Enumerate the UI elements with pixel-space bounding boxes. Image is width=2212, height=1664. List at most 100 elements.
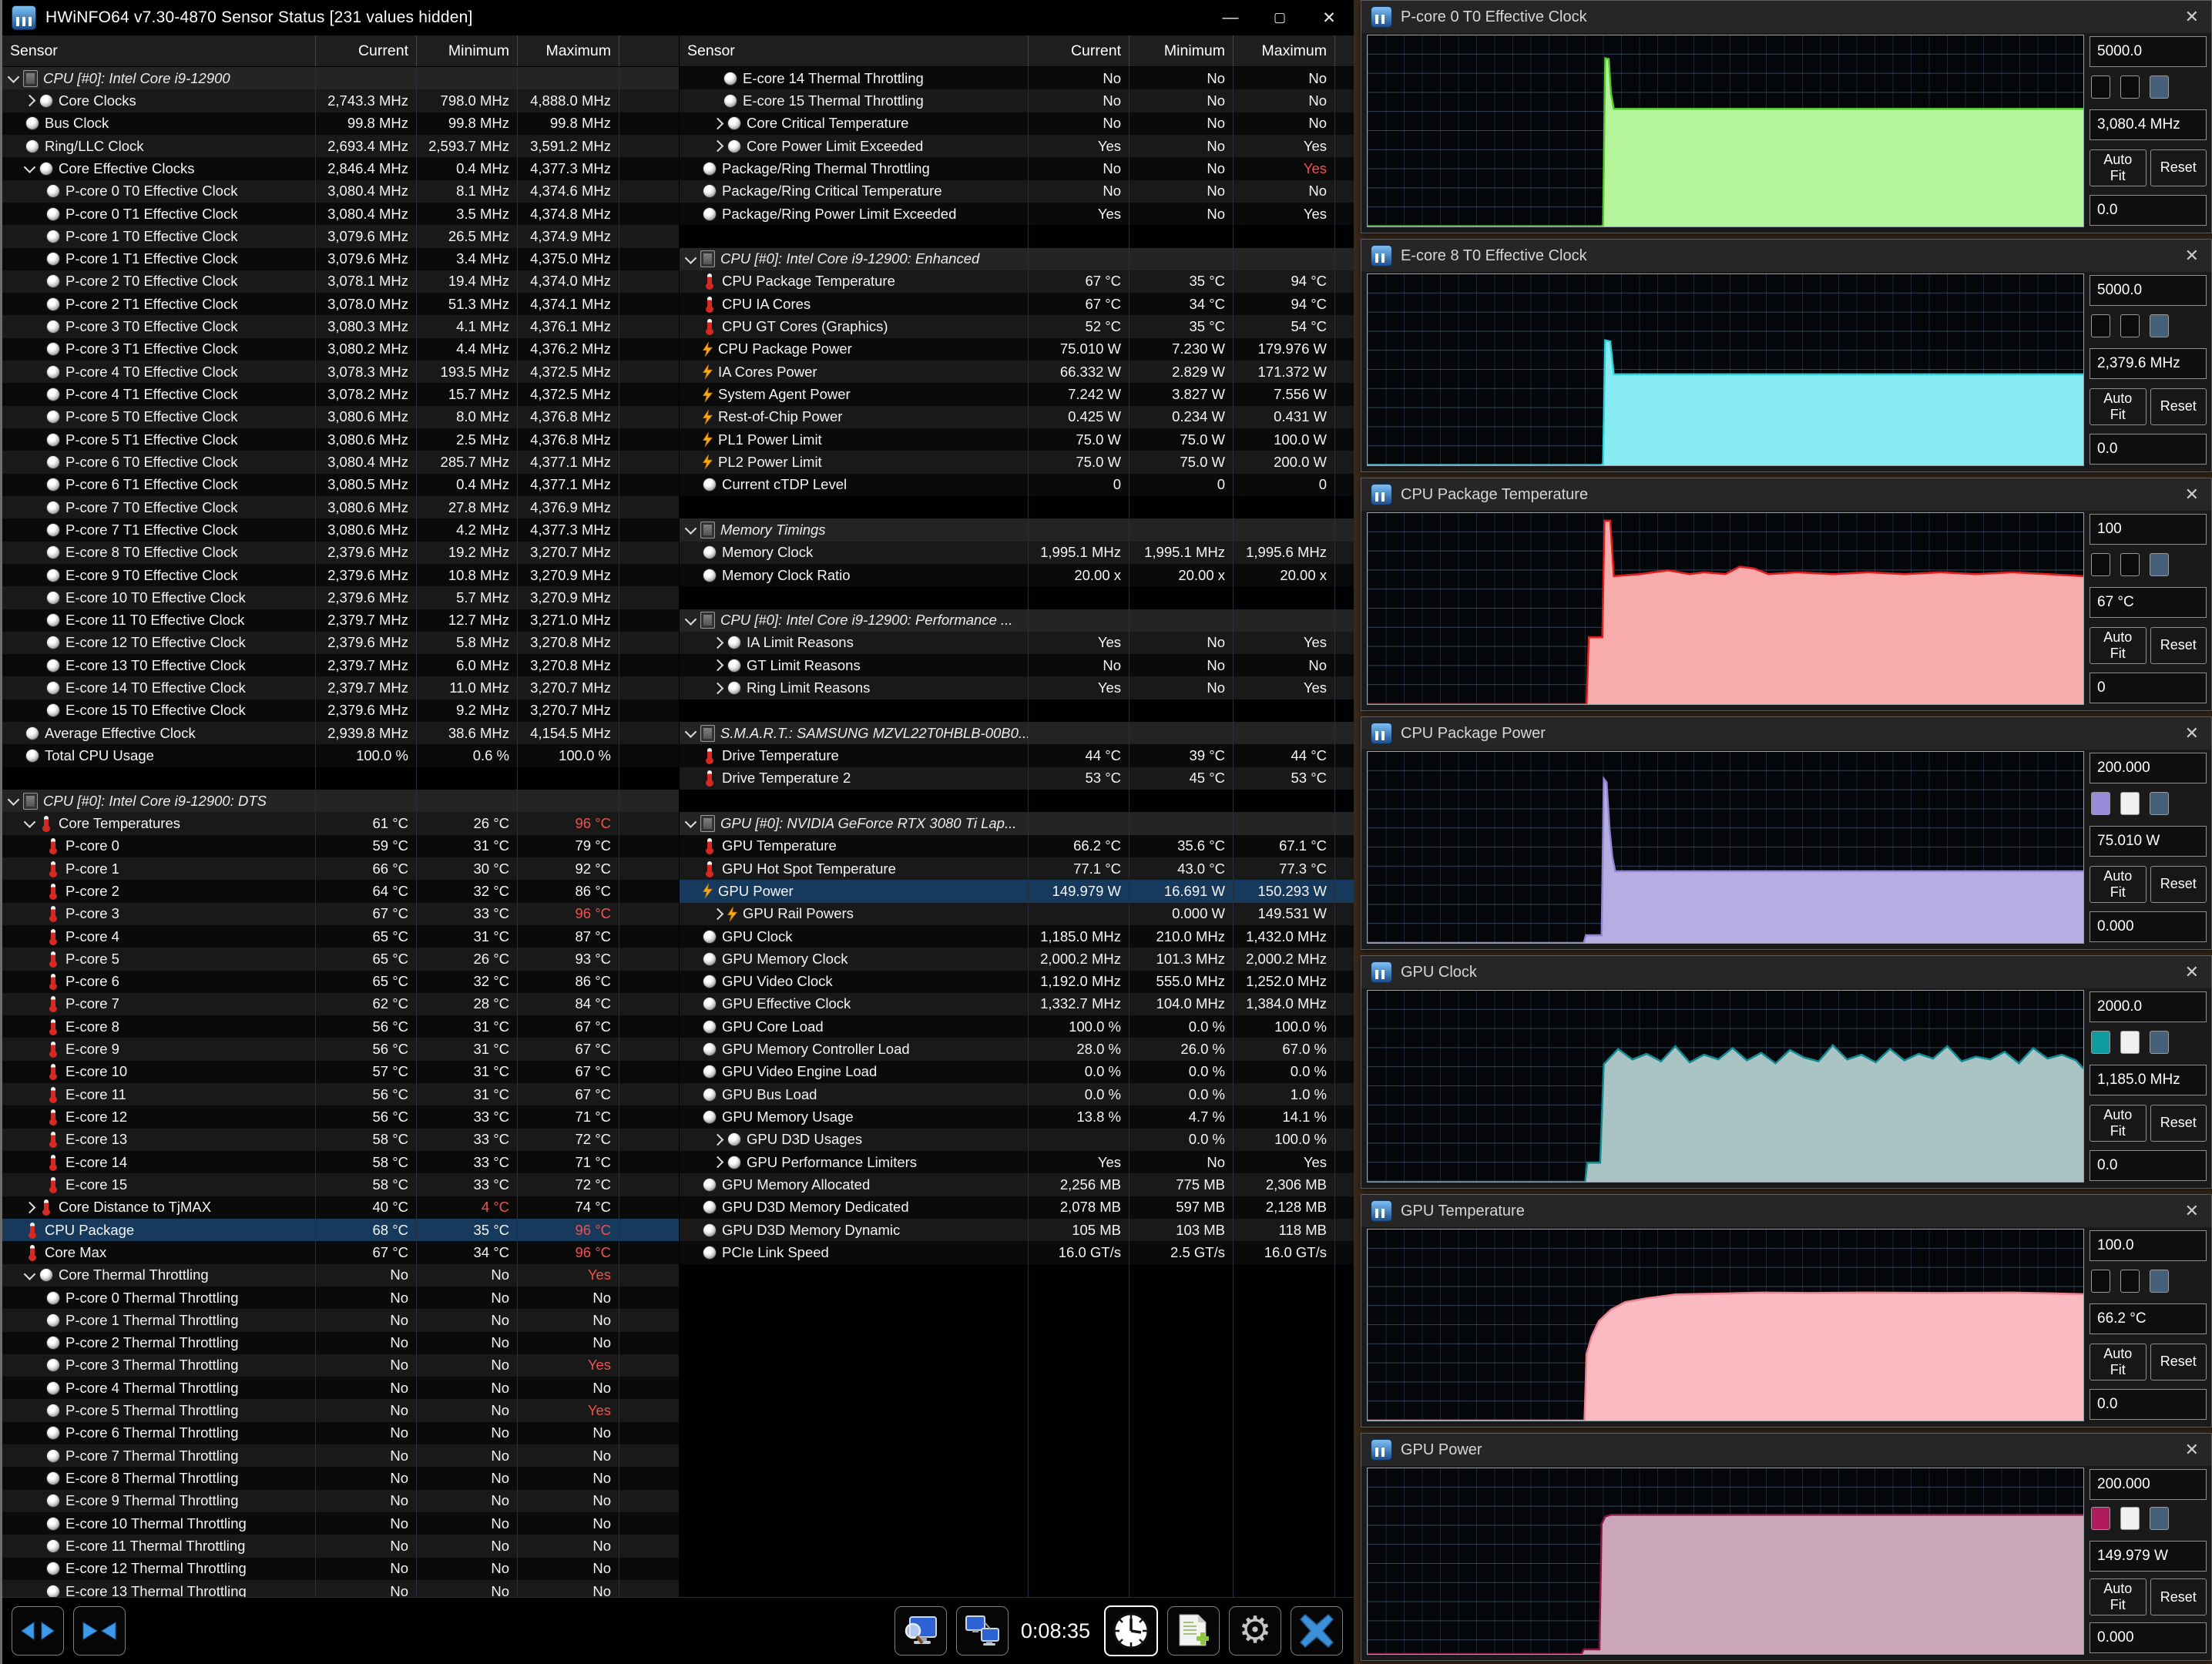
sensor-row[interactable]: Rest-of-Chip Power 0.425 W 0.234 W 0.431 W (680, 405, 1354, 428)
spacer-row[interactable] (680, 1421, 1354, 1445)
sensor-label[interactable]: Core Clocks (2, 89, 315, 112)
graph-color-swatch-3[interactable] (2150, 1507, 2169, 1530)
sensor-label[interactable]: PCIe Link Speed (680, 1241, 1028, 1263)
sensor-label[interactable]: P-core 6 (2, 971, 315, 993)
sensor-row[interactable]: P-core 5 T0 Effective Clock 3,080.6 MHz 8.… (2, 405, 679, 428)
sensor-label[interactable]: GPU Power (680, 880, 1028, 902)
sensor-label[interactable]: GPU Video Clock (680, 971, 1028, 993)
spacer-row[interactable] (680, 1399, 1354, 1422)
table-header[interactable]: Sensor Current Minimum Maximum (680, 35, 1354, 67)
table-header[interactable]: Sensor Current Minimum Maximum (2, 35, 679, 67)
sensor-row[interactable]: GPU Video Clock 1,192.0 MHz 555.0 MHz 1,252… (680, 970, 1354, 993)
sensor-label[interactable]: Core Max (2, 1241, 315, 1263)
sensor-row[interactable]: P-core 6 65 °C 32 °C 86 °C (2, 970, 679, 993)
spacer-row[interactable] (680, 1512, 1354, 1535)
sensor-row[interactable]: E-core 13 Thermal Throttling No No No (2, 1579, 679, 1597)
reset-button[interactable]: Reset (2150, 1578, 2207, 1615)
sensor-row[interactable]: P-core 2 64 °C 32 °C 86 °C (2, 880, 679, 903)
sensor-label[interactable]: P-core 5 (2, 948, 315, 970)
sensor-label[interactable]: Ring/LLC Clock (2, 135, 315, 157)
sensor-label[interactable]: Core Effective Clocks (2, 157, 315, 179)
sensor-label[interactable]: Memory Clock Ratio (680, 564, 1028, 586)
system-summary-button[interactable] (894, 1606, 947, 1656)
sensor-row[interactable]: P-core 5 65 °C 26 °C 93 °C (2, 948, 679, 971)
spacer-row[interactable] (680, 586, 1354, 609)
sensor-row[interactable]: Package/Ring Critical Temperature No No No (680, 179, 1354, 203)
graph-titlebar[interactable]: GPU Clock ✕ (1361, 956, 2211, 988)
sensor-label[interactable]: E-core 15 T0 Effective Clock (2, 699, 315, 722)
sensor-label[interactable]: Package/Ring Thermal Throttling (680, 157, 1028, 179)
sensor-label[interactable]: E-core 9 (2, 1038, 315, 1060)
sensor-row[interactable]: E-core 12 T0 Effective Clock 2,379.6 MHz 5… (2, 631, 679, 655)
sensor-section-row[interactable]: Memory Timings (680, 518, 1354, 542)
sensor-label[interactable]: CPU IA Cores (680, 293, 1028, 315)
sensor-row[interactable]: P-core 2 T1 Effective Clock 3,078.0 MHz 51… (2, 293, 679, 316)
sensor-row[interactable]: Memory Clock 1,995.1 MHz 1,995.1 MHz 1,995.… (680, 541, 1354, 564)
auto-fit-button[interactable]: Auto Fit (2089, 626, 2147, 664)
sensor-section-row[interactable]: S.M.A.R.T.: SAMSUNG MZVL22T0HBLB-00B0... (680, 722, 1354, 745)
sensor-label[interactable]: P-core 7 (2, 993, 315, 1015)
sensor-row[interactable]: GPU D3D Usages 0.0 % 100.0 % (680, 1128, 1354, 1151)
sensor-label[interactable]: E-core 11 T0 Effective Clock (2, 609, 315, 632)
sensor-row[interactable]: P-core 7 T0 Effective Clock 3,080.6 MHz 27… (2, 495, 679, 519)
sensor-label[interactable]: P-core 4 (2, 925, 315, 948)
sensor-label[interactable]: GPU Hot Spot Temperature (680, 857, 1028, 880)
column-sensor[interactable]: Sensor (680, 35, 1028, 66)
sensor-row[interactable]: P-core 4 Thermal Throttling No No No (2, 1377, 679, 1400)
chevron-right-icon[interactable] (23, 95, 36, 107)
graph-color-swatch-3[interactable] (2150, 1031, 2169, 1055)
logging-button[interactable] (1167, 1606, 1220, 1656)
sensor-label[interactable]: Drive Temperature (680, 744, 1028, 767)
sensor-row[interactable]: E-core 11 Thermal Throttling No No No (2, 1535, 679, 1558)
sensor-row[interactable]: Ring/LLC Clock 2,693.4 MHz 2,593.7 MHz 3,59… (2, 134, 679, 158)
sensor-label[interactable]: P-core 5 Thermal Throttling (2, 1399, 315, 1421)
sensor-label[interactable]: CPU [#0]: Intel Core i9-12900 (2, 67, 315, 89)
sensor-label[interactable]: E-core 8 Thermal Throttling (2, 1467, 315, 1489)
sensor-row[interactable]: IA Limit Reasons Yes No Yes (680, 631, 1354, 655)
sensor-label[interactable]: P-core 0 Thermal Throttling (2, 1287, 315, 1309)
sensor-row[interactable]: E-core 14 Thermal Throttling No No No (680, 67, 1354, 90)
sensor-label[interactable]: Core Power Limit Exceeded (680, 135, 1028, 157)
sensor-row[interactable]: E-core 13 T0 Effective Clock 2,379.7 MHz 6… (2, 654, 679, 677)
graph-color-swatch-2[interactable] (2120, 1031, 2140, 1055)
sensor-row[interactable]: Core Clocks 2,743.3 MHz 798.0 MHz 4,888.0 M… (2, 89, 679, 112)
sensor-row[interactable]: P-core 2 T0 Effective Clock 3,078.1 MHz 19… (2, 270, 679, 294)
chevron-right-icon[interactable] (711, 1133, 724, 1146)
spacer-row[interactable] (680, 1286, 1354, 1310)
spacer-row[interactable] (680, 1557, 1354, 1580)
sensor-label[interactable]: P-core 3 (2, 903, 315, 925)
spacer-row[interactable] (680, 1489, 1354, 1512)
sensor-section-row[interactable]: GPU [#0]: NVIDIA GeForce RTX 3080 Ti Lap… (680, 812, 1354, 835)
sensor-label[interactable]: P-core 4 T0 Effective Clock (2, 361, 315, 383)
sensor-row[interactable]: E-core 10 Thermal Throttling No No No (2, 1512, 679, 1535)
sensor-row[interactable]: CPU GT Cores (Graphics) 52 °C 35 °C 54 °C (680, 315, 1354, 338)
sensor-label[interactable]: GPU Video Engine Load (680, 1061, 1028, 1083)
chevron-down-icon[interactable] (684, 726, 697, 739)
sensor-row[interactable]: Core Effective Clocks 2,846.4 MHz 0.4 MHz 4… (2, 157, 679, 180)
sensor-row[interactable]: E-core 15 Thermal Throttling No No No (680, 89, 1354, 112)
spacer-row[interactable] (680, 1331, 1354, 1354)
sensor-row[interactable]: GT Limit Reasons No No No (680, 654, 1354, 677)
sensor-row[interactable]: E-core 10 57 °C 31 °C 67 °C (2, 1060, 679, 1084)
sensor-row[interactable]: GPU Clock 1,185.0 MHz 210.0 MHz 1,432.0 MHz (680, 924, 1354, 948)
sensor-label[interactable]: P-core 4 Thermal Throttling (2, 1377, 315, 1399)
sensor-row[interactable]: CPU Package Temperature 67 °C 35 °C 94 °C (680, 270, 1354, 294)
close-button[interactable]: ✕ (1304, 2, 1354, 34)
sensor-row[interactable]: P-core 1 66 °C 30 °C 92 °C (2, 857, 679, 881)
sensor-label[interactable]: CPU [#0]: Intel Core i9-12900: Enhanced (680, 248, 1028, 270)
graph-color-swatch-3[interactable] (2150, 314, 2169, 338)
sensor-label[interactable]: GPU Performance Limiters (680, 1151, 1028, 1173)
minimize-button[interactable]: — (1206, 2, 1255, 34)
sensor-row[interactable]: P-core 5 Thermal Throttling No No Yes (2, 1399, 679, 1422)
sensor-label[interactable]: CPU GT Cores (Graphics) (680, 315, 1028, 337)
sensor-row[interactable]: PL2 Power Limit 75.0 W 75.0 W 200.0 W (680, 451, 1354, 474)
sensor-label[interactable]: IA Limit Reasons (680, 632, 1028, 654)
sensor-label[interactable]: GPU Clock (680, 925, 1028, 948)
reset-button[interactable]: Reset (2150, 149, 2207, 186)
sensor-section-row[interactable]: CPU [#0]: Intel Core i9-12900: Enhanced (680, 247, 1354, 270)
reset-button[interactable]: Reset (2150, 387, 2207, 425)
sensor-label[interactable]: E-core 12 T0 Effective Clock (2, 632, 315, 654)
sensor-label[interactable]: P-core 1 T1 Effective Clock (2, 248, 315, 270)
sensor-row[interactable]: E-core 8 Thermal Throttling No No No (2, 1467, 679, 1490)
sensor-label[interactable]: E-core 9 T0 Effective Clock (2, 564, 315, 586)
